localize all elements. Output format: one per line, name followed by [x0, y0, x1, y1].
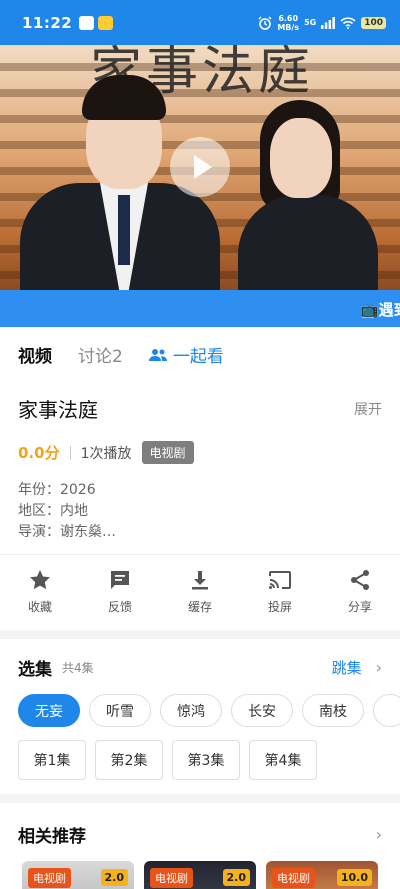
feedback-label: 反馈: [107, 600, 132, 614]
status-right: 6.60 MB/s 5G 100: [258, 14, 386, 32]
episode-list: 第1集 第2集 第3集 第4集: [18, 740, 317, 780]
cast-label: 投屏: [267, 600, 292, 614]
feedback-icon: [111, 571, 129, 589]
share-icon: [351, 570, 369, 590]
rating-score: 0.0分: [18, 444, 60, 462]
tab-watch-together-label: 一起看: [172, 347, 224, 367]
status-bar: 11:22 6.60 MB/s 5G 100: [0, 0, 400, 45]
status-time: 11:22: [22, 13, 73, 32]
card-score: 2.0: [100, 869, 128, 886]
play-button[interactable]: [170, 137, 230, 197]
cast-button[interactable]: 投屏: [240, 562, 320, 628]
recommend-header: 相关推荐 ›: [18, 822, 382, 847]
tab-video[interactable]: 视频: [18, 342, 52, 367]
expand-button[interactable]: 展开: [354, 399, 382, 419]
meta-director: 导演：谢东燊…: [18, 524, 116, 540]
episode-button[interactable]: 第4集: [249, 740, 317, 780]
recommend-list: 电视剧 2.0 电视剧 2.0 电视剧 10.0: [22, 861, 378, 889]
cast-icon: [269, 571, 291, 589]
favorite-button[interactable]: 收藏: [0, 562, 80, 628]
category-badge: 电视剧: [141, 441, 194, 464]
network-label: 5G: [304, 18, 317, 27]
wifi-icon: [340, 16, 356, 29]
card-score: 2.0: [222, 869, 250, 886]
download-icon: [192, 571, 208, 590]
source-chips: 无妄 听雪 惊鸿 长安 南枝: [18, 694, 400, 728]
card-tag: 电视剧: [150, 868, 193, 888]
alarm-icon: [258, 16, 272, 30]
recommend-title: 相关推荐: [18, 827, 86, 847]
download-label: 缓存: [187, 600, 212, 614]
notice-banner-text: 📺遇到: [360, 301, 400, 319]
card-tag: 电视剧: [272, 868, 315, 888]
episodes-count: 共4集: [62, 661, 94, 675]
jump-episode-button[interactable]: 跳集: [332, 657, 362, 678]
section-divider: [0, 794, 400, 803]
tab-discussion[interactable]: 讨论2: [78, 342, 123, 367]
recommend-card[interactable]: 电视剧 10.0: [266, 861, 378, 889]
app-notification-icon: [98, 15, 114, 30]
group-icon: [148, 348, 167, 361]
meta-year: 年份：2026: [18, 482, 96, 498]
recommend-card[interactable]: 电视剧 2.0: [144, 861, 256, 889]
recommend-card[interactable]: 电视剧 2.0: [22, 861, 134, 889]
drama-info: 家事法庭 展开 0.0分 1次播放 电视剧 年份：2026 地区：内地 导演：谢…: [18, 394, 382, 543]
source-chip[interactable]: [373, 694, 400, 727]
detail-tabs: 视频 讨论2 一起看: [0, 327, 400, 382]
card-tag: 电视剧: [28, 868, 71, 888]
episode-button[interactable]: 第3集: [172, 740, 240, 780]
favorite-label: 收藏: [27, 600, 52, 614]
star-icon: [30, 570, 50, 590]
poster-person-female: [230, 100, 380, 290]
meta-region: 地区：内地: [18, 503, 88, 519]
play-icon: [194, 155, 212, 179]
action-bar: 收藏 反馈 缓存 投屏 分享: [0, 562, 400, 628]
episodes-title: 选集: [18, 660, 52, 680]
signal-icon: [321, 16, 336, 29]
play-count: 1次播放: [80, 445, 132, 462]
meta-list: 年份：2026 地区：内地 导演：谢东燊…: [18, 480, 382, 543]
episodes-header: 选集 共4集 跳集 ›: [18, 655, 382, 680]
section-divider: [0, 554, 400, 555]
episode-button[interactable]: 第2集: [95, 740, 163, 780]
section-divider: [0, 630, 400, 639]
feedback-button[interactable]: 反馈: [80, 562, 160, 628]
video-player[interactable]: 家事法庭: [0, 45, 400, 290]
battery-indicator: 100: [361, 16, 386, 29]
download-button[interactable]: 缓存: [160, 562, 240, 628]
source-chip[interactable]: 无妄: [18, 694, 80, 727]
share-button[interactable]: 分享: [320, 562, 400, 628]
net-speed: 6.60 MB/s: [277, 13, 300, 32]
tab-watch-together[interactable]: 一起看: [148, 342, 224, 367]
notice-banner[interactable]: 📺遇到: [0, 290, 400, 327]
source-chip[interactable]: 听雪: [89, 694, 151, 727]
source-chip[interactable]: 长安: [231, 694, 293, 727]
source-chip[interactable]: 南枝: [302, 694, 364, 727]
drama-title: 家事法庭: [18, 398, 98, 422]
chevron-right-icon[interactable]: ›: [376, 658, 382, 677]
app-notification-icon: [79, 15, 95, 30]
chevron-right-icon[interactable]: ›: [376, 825, 382, 844]
divider: [69, 445, 71, 460]
card-score: 10.0: [336, 869, 372, 886]
source-chip[interactable]: 惊鸿: [160, 694, 222, 727]
episode-button[interactable]: 第1集: [18, 740, 86, 780]
share-label: 分享: [347, 600, 372, 614]
